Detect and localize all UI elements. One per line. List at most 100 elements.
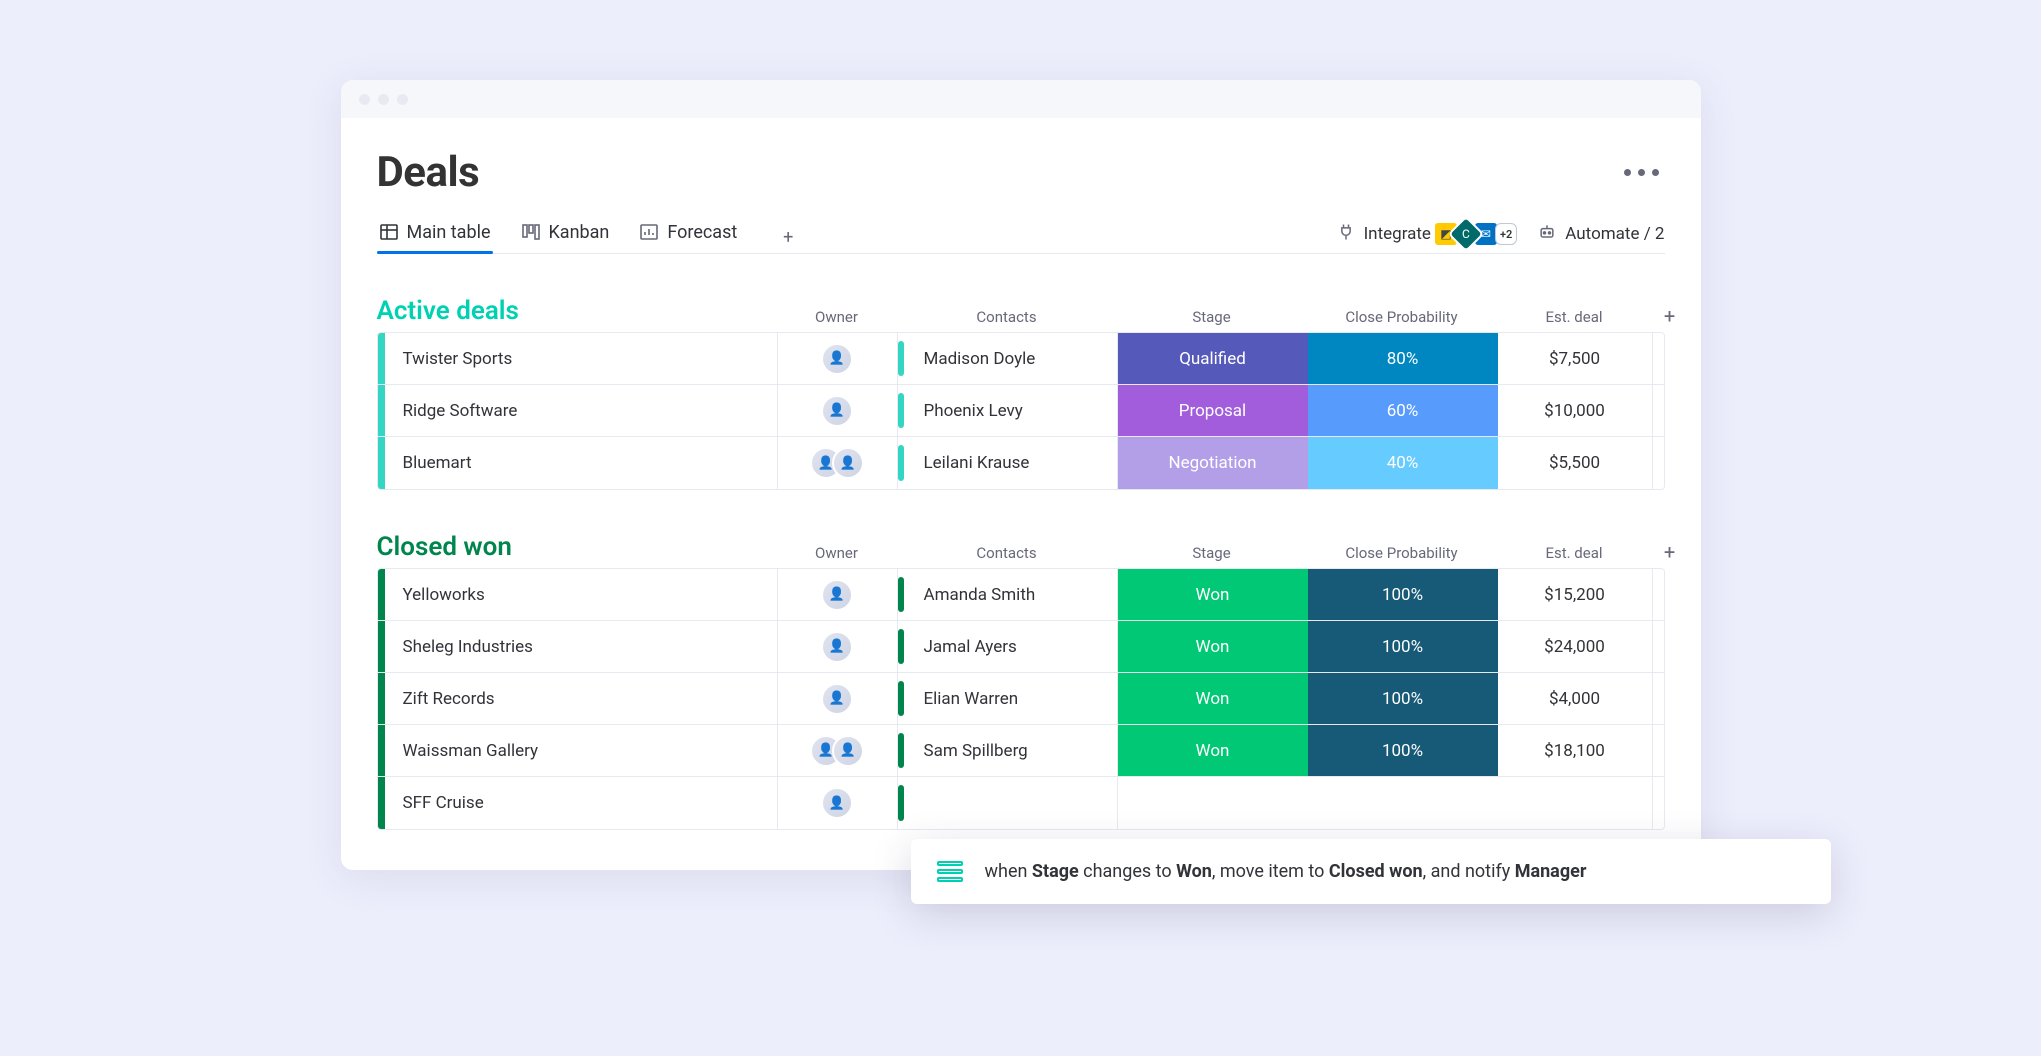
add-column-button[interactable]: + bbox=[1652, 304, 1688, 332]
automate-button[interactable]: Automate / 2 bbox=[1537, 222, 1664, 247]
probability-cell[interactable]: 100% bbox=[1308, 725, 1498, 776]
owner-cell[interactable]: 👤 bbox=[778, 621, 898, 672]
integrate-button[interactable]: Integrate ◩ C ✉ +2 bbox=[1336, 221, 1518, 247]
contacts-cell[interactable]: Elian Warren bbox=[910, 673, 1118, 724]
probability-cell[interactable]: 100% bbox=[1308, 569, 1498, 620]
column-header-owner[interactable]: Owner bbox=[777, 308, 897, 332]
stage-cell[interactable]: Won bbox=[1118, 673, 1308, 724]
owner-avatar[interactable]: 👤 bbox=[821, 343, 853, 375]
stage-cell[interactable]: Won bbox=[1118, 569, 1308, 620]
deal-name-cell[interactable]: Waissman Gallery bbox=[385, 725, 778, 776]
owner-cell[interactable]: 👤 bbox=[778, 385, 898, 436]
est-deal-cell[interactable]: $7,500 bbox=[1498, 333, 1653, 384]
contacts-cell[interactable]: Phoenix Levy bbox=[910, 385, 1118, 436]
contacts-cell[interactable]: Madison Doyle bbox=[910, 333, 1118, 384]
stage-cell[interactable]: Proposal bbox=[1118, 385, 1308, 436]
owner-avatar[interactable]: 👤 bbox=[821, 631, 853, 663]
column-header-owner[interactable]: Owner bbox=[777, 544, 897, 568]
est-deal-cell[interactable]: $4,000 bbox=[1498, 673, 1653, 724]
deal-name: Bluemart bbox=[403, 453, 472, 473]
automate-label: Automate / 2 bbox=[1565, 224, 1664, 244]
table-row[interactable]: Waissman Gallery 👤👤 Sam SpillbergWon100% $1… bbox=[378, 725, 1664, 777]
stage-cell[interactable]: Won bbox=[1118, 621, 1308, 672]
deal-name-cell[interactable]: Twister Sports bbox=[385, 333, 778, 384]
deal-name: Ridge Software bbox=[403, 401, 518, 421]
est-deal-cell[interactable]: $18,100 bbox=[1498, 725, 1653, 776]
column-header-est-deal[interactable]: Est. deal bbox=[1497, 544, 1652, 568]
integrate-label: Integrate bbox=[1364, 224, 1431, 244]
column-header-probability[interactable]: Close Probability bbox=[1307, 308, 1497, 332]
tab-kanban[interactable]: Kanban bbox=[519, 222, 612, 253]
est-deal-value: $18,100 bbox=[1544, 741, 1605, 761]
owner-cell[interactable]: 👤👤 bbox=[778, 437, 898, 489]
stage-cell[interactable]: Qualified bbox=[1118, 333, 1308, 384]
owner-cell[interactable]: 👤 bbox=[778, 777, 898, 829]
tab-forecast[interactable]: Forecast bbox=[637, 222, 739, 253]
probability-cell[interactable]: 60% bbox=[1308, 385, 1498, 436]
deal-name-cell[interactable]: Yelloworks bbox=[385, 569, 778, 620]
owner-avatar[interactable]: 👤 bbox=[821, 683, 853, 715]
deal-name-cell[interactable]: SFF Cruise bbox=[385, 777, 778, 829]
window-titlebar bbox=[341, 80, 1701, 118]
table-row[interactable]: Yelloworks 👤 Amanda SmithWon100%$15,200 bbox=[378, 569, 1664, 621]
owner-cell[interactable]: 👤 bbox=[778, 673, 898, 724]
probability-cell[interactable]: 80% bbox=[1308, 333, 1498, 384]
column-header-stage[interactable]: Stage bbox=[1117, 308, 1307, 332]
column-header-stage[interactable]: Stage bbox=[1117, 544, 1307, 568]
automation-recipe-card[interactable]: when Stage changes to Won, move item to … bbox=[911, 839, 1831, 904]
table-row[interactable]: Zift Records 👤 Elian WarrenWon100%$4,000 bbox=[378, 673, 1664, 725]
contacts-cell[interactable]: Jamal Ayers bbox=[910, 621, 1118, 672]
deal-name-cell[interactable]: Sheleg Industries bbox=[385, 621, 778, 672]
est-deal-cell[interactable]: $24,000 bbox=[1498, 621, 1653, 672]
contacts-cell[interactable] bbox=[910, 777, 1118, 829]
owner-avatar[interactable]: 👤 bbox=[821, 395, 853, 427]
column-header-contacts[interactable]: Contacts bbox=[897, 544, 1117, 568]
est-deal-cell[interactable] bbox=[1498, 777, 1653, 829]
tab-main-table[interactable]: Main table bbox=[377, 222, 493, 253]
window-dot bbox=[359, 94, 370, 105]
contacts-cell[interactable]: Leilani Krause bbox=[910, 437, 1118, 489]
table-row[interactable]: Bluemart 👤👤 Leilani KrauseNegotiation40%$5… bbox=[378, 437, 1664, 489]
table-row[interactable]: SFF Cruise 👤 bbox=[378, 777, 1664, 829]
group-color-bar bbox=[378, 673, 385, 724]
avatar: 👤 bbox=[821, 631, 853, 663]
table-row[interactable]: Ridge Software 👤 Phoenix LevyProposal60%$1… bbox=[378, 385, 1664, 437]
probability-cell[interactable]: 100% bbox=[1308, 673, 1498, 724]
probability-cell[interactable]: 100% bbox=[1308, 621, 1498, 672]
owner-cell[interactable]: 👤 bbox=[778, 333, 898, 384]
contacts-cell[interactable]: Amanda Smith bbox=[910, 569, 1118, 620]
group-title[interactable]: Active deals bbox=[377, 296, 777, 332]
est-deal-cell[interactable]: $5,500 bbox=[1498, 437, 1653, 489]
probability-cell[interactable] bbox=[1308, 777, 1498, 829]
table-row[interactable]: Twister Sports 👤 Madison DoyleQualified80%… bbox=[378, 333, 1664, 385]
add-column-button[interactable]: + bbox=[1652, 540, 1688, 568]
group-title[interactable]: Closed won bbox=[377, 532, 777, 568]
stage-cell[interactable]: Won bbox=[1118, 725, 1308, 776]
stage-cell[interactable]: Negotiation bbox=[1118, 437, 1308, 489]
contacts-indicator bbox=[898, 777, 910, 829]
deal-name-cell[interactable]: Zift Records bbox=[385, 673, 778, 724]
deal-name-cell[interactable]: Ridge Software bbox=[385, 385, 778, 436]
owner-cell[interactable]: 👤 bbox=[778, 569, 898, 620]
chart-icon bbox=[639, 222, 659, 242]
contacts-cell[interactable]: Sam Spillberg bbox=[910, 725, 1118, 776]
est-deal-cell[interactable]: $15,200 bbox=[1498, 569, 1653, 620]
owner-avatar-pair[interactable]: 👤👤 bbox=[810, 447, 864, 479]
est-deal-value: $7,500 bbox=[1549, 349, 1600, 369]
table-row[interactable]: Sheleg Industries 👤 Jamal AyersWon100%$24,… bbox=[378, 621, 1664, 673]
owner-avatar[interactable]: 👤 bbox=[821, 579, 853, 611]
owner-avatar[interactable]: 👤 bbox=[821, 787, 853, 819]
add-view-button[interactable]: + bbox=[775, 224, 801, 250]
stage-cell[interactable] bbox=[1118, 777, 1308, 829]
deal-name: Waissman Gallery bbox=[403, 741, 539, 761]
column-header-est-deal[interactable]: Est. deal bbox=[1497, 308, 1652, 332]
probability-cell[interactable]: 40% bbox=[1308, 437, 1498, 489]
deal-name-cell[interactable]: Bluemart bbox=[385, 437, 778, 489]
owner-cell[interactable]: 👤👤 bbox=[778, 725, 898, 776]
est-deal-cell[interactable]: $10,000 bbox=[1498, 385, 1653, 436]
group-color-bar bbox=[378, 777, 385, 829]
owner-avatar-pair[interactable]: 👤👤 bbox=[810, 735, 864, 767]
more-options-button[interactable] bbox=[1618, 163, 1665, 182]
column-header-contacts[interactable]: Contacts bbox=[897, 308, 1117, 332]
column-header-probability[interactable]: Close Probability bbox=[1307, 544, 1497, 568]
